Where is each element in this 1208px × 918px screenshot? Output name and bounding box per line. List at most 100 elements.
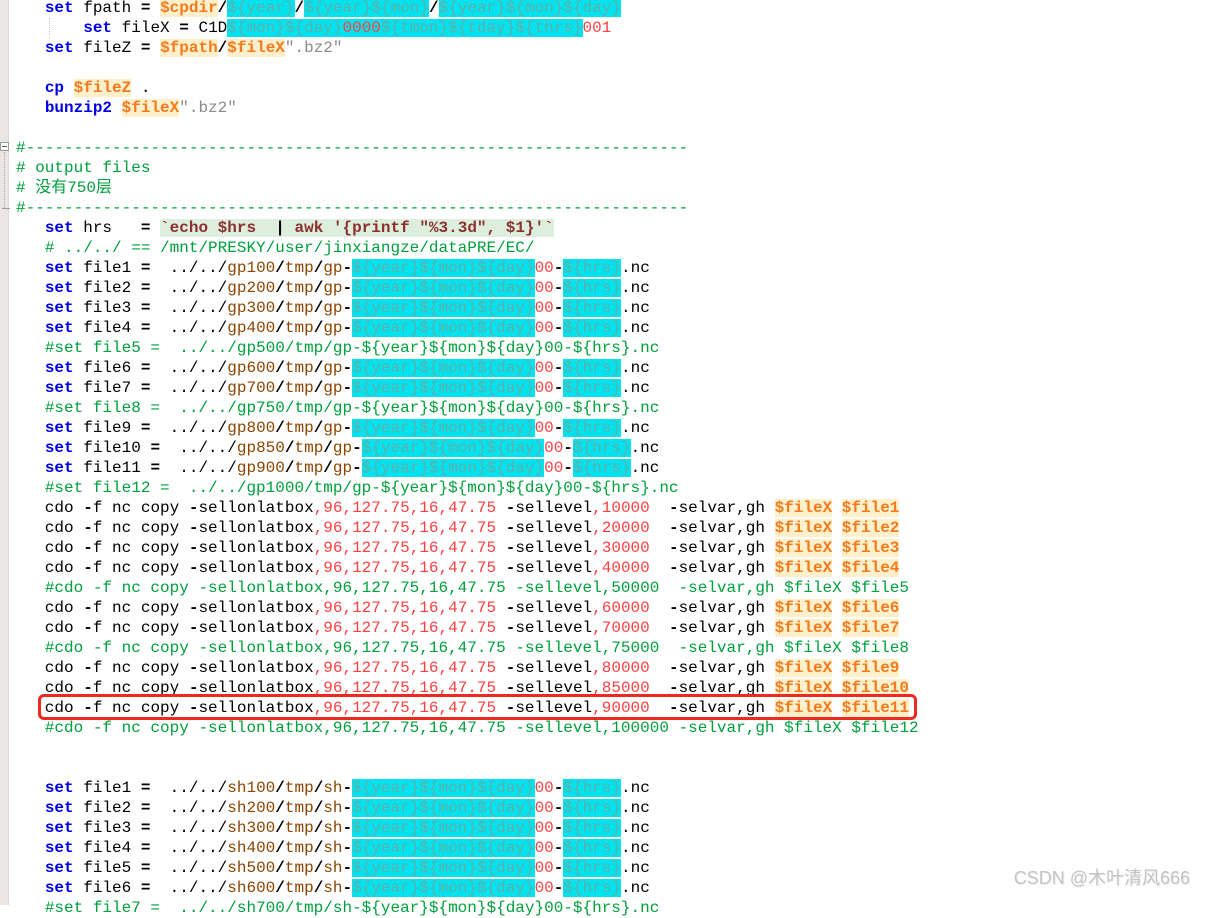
code-segment: ../../: [150, 819, 227, 837]
code-segment: bunzip2: [45, 99, 112, 117]
code-segment: =: [150, 459, 160, 477]
code-segment: /: [429, 0, 439, 17]
code-segment: f nc copy: [93, 599, 189, 617]
code-segment: [150, 0, 160, 17]
code-segment: [650, 679, 669, 697]
code-segment: [650, 499, 669, 517]
code-line: cdo -f nc copy -sellonlatbox,96,127.75,1…: [16, 558, 1208, 578]
code-segment: ,96,127.75,16,47.75: [314, 519, 496, 537]
code-segment: $fileX: [775, 659, 833, 677]
code-segment: -: [669, 559, 679, 577]
code-segment: gp: [333, 439, 352, 457]
code-segment: set: [45, 379, 74, 397]
code-segment: ../../: [150, 839, 227, 857]
code-segment: gp: [323, 279, 342, 297]
code-segment: .nc: [621, 779, 650, 797]
code-segment: tmp: [285, 379, 314, 397]
code-line: set fileX = C1D${mon}${day}0000${tmon}${…: [16, 18, 1208, 38]
csdn-watermark: CSDN @木叶清风666: [1014, 864, 1190, 890]
code-segment: [16, 839, 45, 857]
code-segment: ${year}${mon}${day}: [352, 859, 534, 877]
code-line: set file6 = ../../gp600/tmp/gp-${year}${…: [16, 358, 1208, 378]
code-line: set file9 = ../../gp800/tmp/gp-${year}${…: [16, 418, 1208, 438]
code-segment: -: [189, 679, 199, 697]
code-segment: tmp: [285, 839, 314, 857]
code-segment: ,30000: [592, 539, 650, 557]
code-segment: -: [554, 259, 564, 277]
code-segment: 00: [535, 319, 554, 337]
code-segment: ,96,127.75,16,47.75: [314, 659, 496, 677]
code-segment: f nc copy: [93, 559, 189, 577]
code-segment: ,85000: [592, 679, 650, 697]
code-segment: 00: [535, 379, 554, 397]
code-segment: sellonlatbox: [198, 699, 313, 717]
code-segment: ,80000: [592, 659, 650, 677]
code-segment: gp900: [237, 459, 285, 477]
code-segment: [496, 619, 506, 637]
code-segment: sh200: [227, 799, 275, 817]
code-segment: -: [669, 659, 679, 677]
code-segment: [496, 519, 506, 537]
code-editor-text-area[interactable]: set fpath = $cpdir/${year}/${year}${mon}…: [8, 0, 1208, 905]
code-segment: ${year}${mon}${day}: [439, 0, 621, 17]
code-segment: =: [141, 839, 151, 857]
code-segment: ${tmon}${tday}${thrs}: [381, 19, 583, 37]
code-segment: [64, 79, 74, 97]
code-segment: /: [314, 859, 324, 877]
code-segment: -: [554, 319, 564, 337]
code-line: set file3 = ../../gp300/tmp/gp-${year}${…: [16, 298, 1208, 318]
code-segment: gp600: [227, 359, 275, 377]
code-segment: ../../: [160, 439, 237, 457]
code-line: set fileZ = $fpath/$fileX".bz2": [16, 38, 1208, 58]
code-segment: [650, 699, 669, 717]
code-segment: /: [314, 879, 324, 897]
code-segment: ${mon}${day}: [227, 19, 342, 37]
code-segment: /: [275, 299, 285, 317]
code-segment: 00: [535, 859, 554, 877]
code-segment: cdo: [16, 499, 83, 517]
code-segment: set: [45, 219, 74, 237]
code-segment: ${year}${mon}${day}: [352, 779, 534, 797]
code-segment: tmp: [285, 419, 314, 437]
code-segment: tmp: [285, 299, 314, 317]
code-segment: -: [554, 839, 564, 857]
code-segment: ,96,127.75,16,47.75: [314, 679, 496, 697]
code-segment: awk '{printf "%3.3d", $1}'`: [285, 219, 554, 237]
code-line: # ../../ == /mnt/PRESKY/user/jinxiangze/…: [16, 238, 1208, 258]
code-segment: [832, 659, 842, 677]
code-segment: ${hrs}: [563, 419, 621, 437]
code-segment: [832, 559, 842, 577]
code-line: set file4 = ../../sh400/tmp/sh-${year}${…: [16, 838, 1208, 858]
code-segment: fpath: [74, 0, 141, 17]
code-line: #set file12 = ../../gp1000/tmp/gp-${year…: [16, 478, 1208, 498]
code-segment: $fileX: [122, 99, 180, 117]
code-segment: ../../: [150, 359, 227, 377]
code-segment: /: [314, 799, 324, 817]
code-segment: tmp: [285, 279, 314, 297]
code-segment: ../../: [150, 779, 227, 797]
code-segment: sellonlatbox: [198, 539, 313, 557]
code-segment: $file10: [842, 679, 909, 697]
code-segment: ,20000: [592, 519, 650, 537]
code-line: # output files: [16, 158, 1208, 178]
code-segment: gp800: [227, 419, 275, 437]
code-segment: cdo: [16, 519, 83, 537]
code-segment: ../../: [160, 459, 237, 477]
code-segment: cdo: [16, 659, 83, 677]
code-segment: sh: [323, 839, 342, 857]
code-line: cp $fileZ .: [16, 78, 1208, 98]
code-segment: 00: [535, 839, 554, 857]
code-segment: [496, 679, 506, 697]
code-segment: [16, 439, 45, 457]
indent-guide: [49, 18, 50, 38]
code-segment: gp400: [227, 319, 275, 337]
code-segment: file6: [74, 879, 141, 897]
code-segment: [112, 99, 122, 117]
code-segment: set: [45, 359, 74, 377]
code-segment: ${year}${mon}${day}: [352, 839, 534, 857]
code-segment: $fileX: [775, 699, 833, 717]
code-segment: [650, 619, 669, 637]
code-segment: gp100: [227, 259, 275, 277]
code-segment: sellonlatbox: [198, 619, 313, 637]
code-segment: -: [343, 779, 353, 797]
